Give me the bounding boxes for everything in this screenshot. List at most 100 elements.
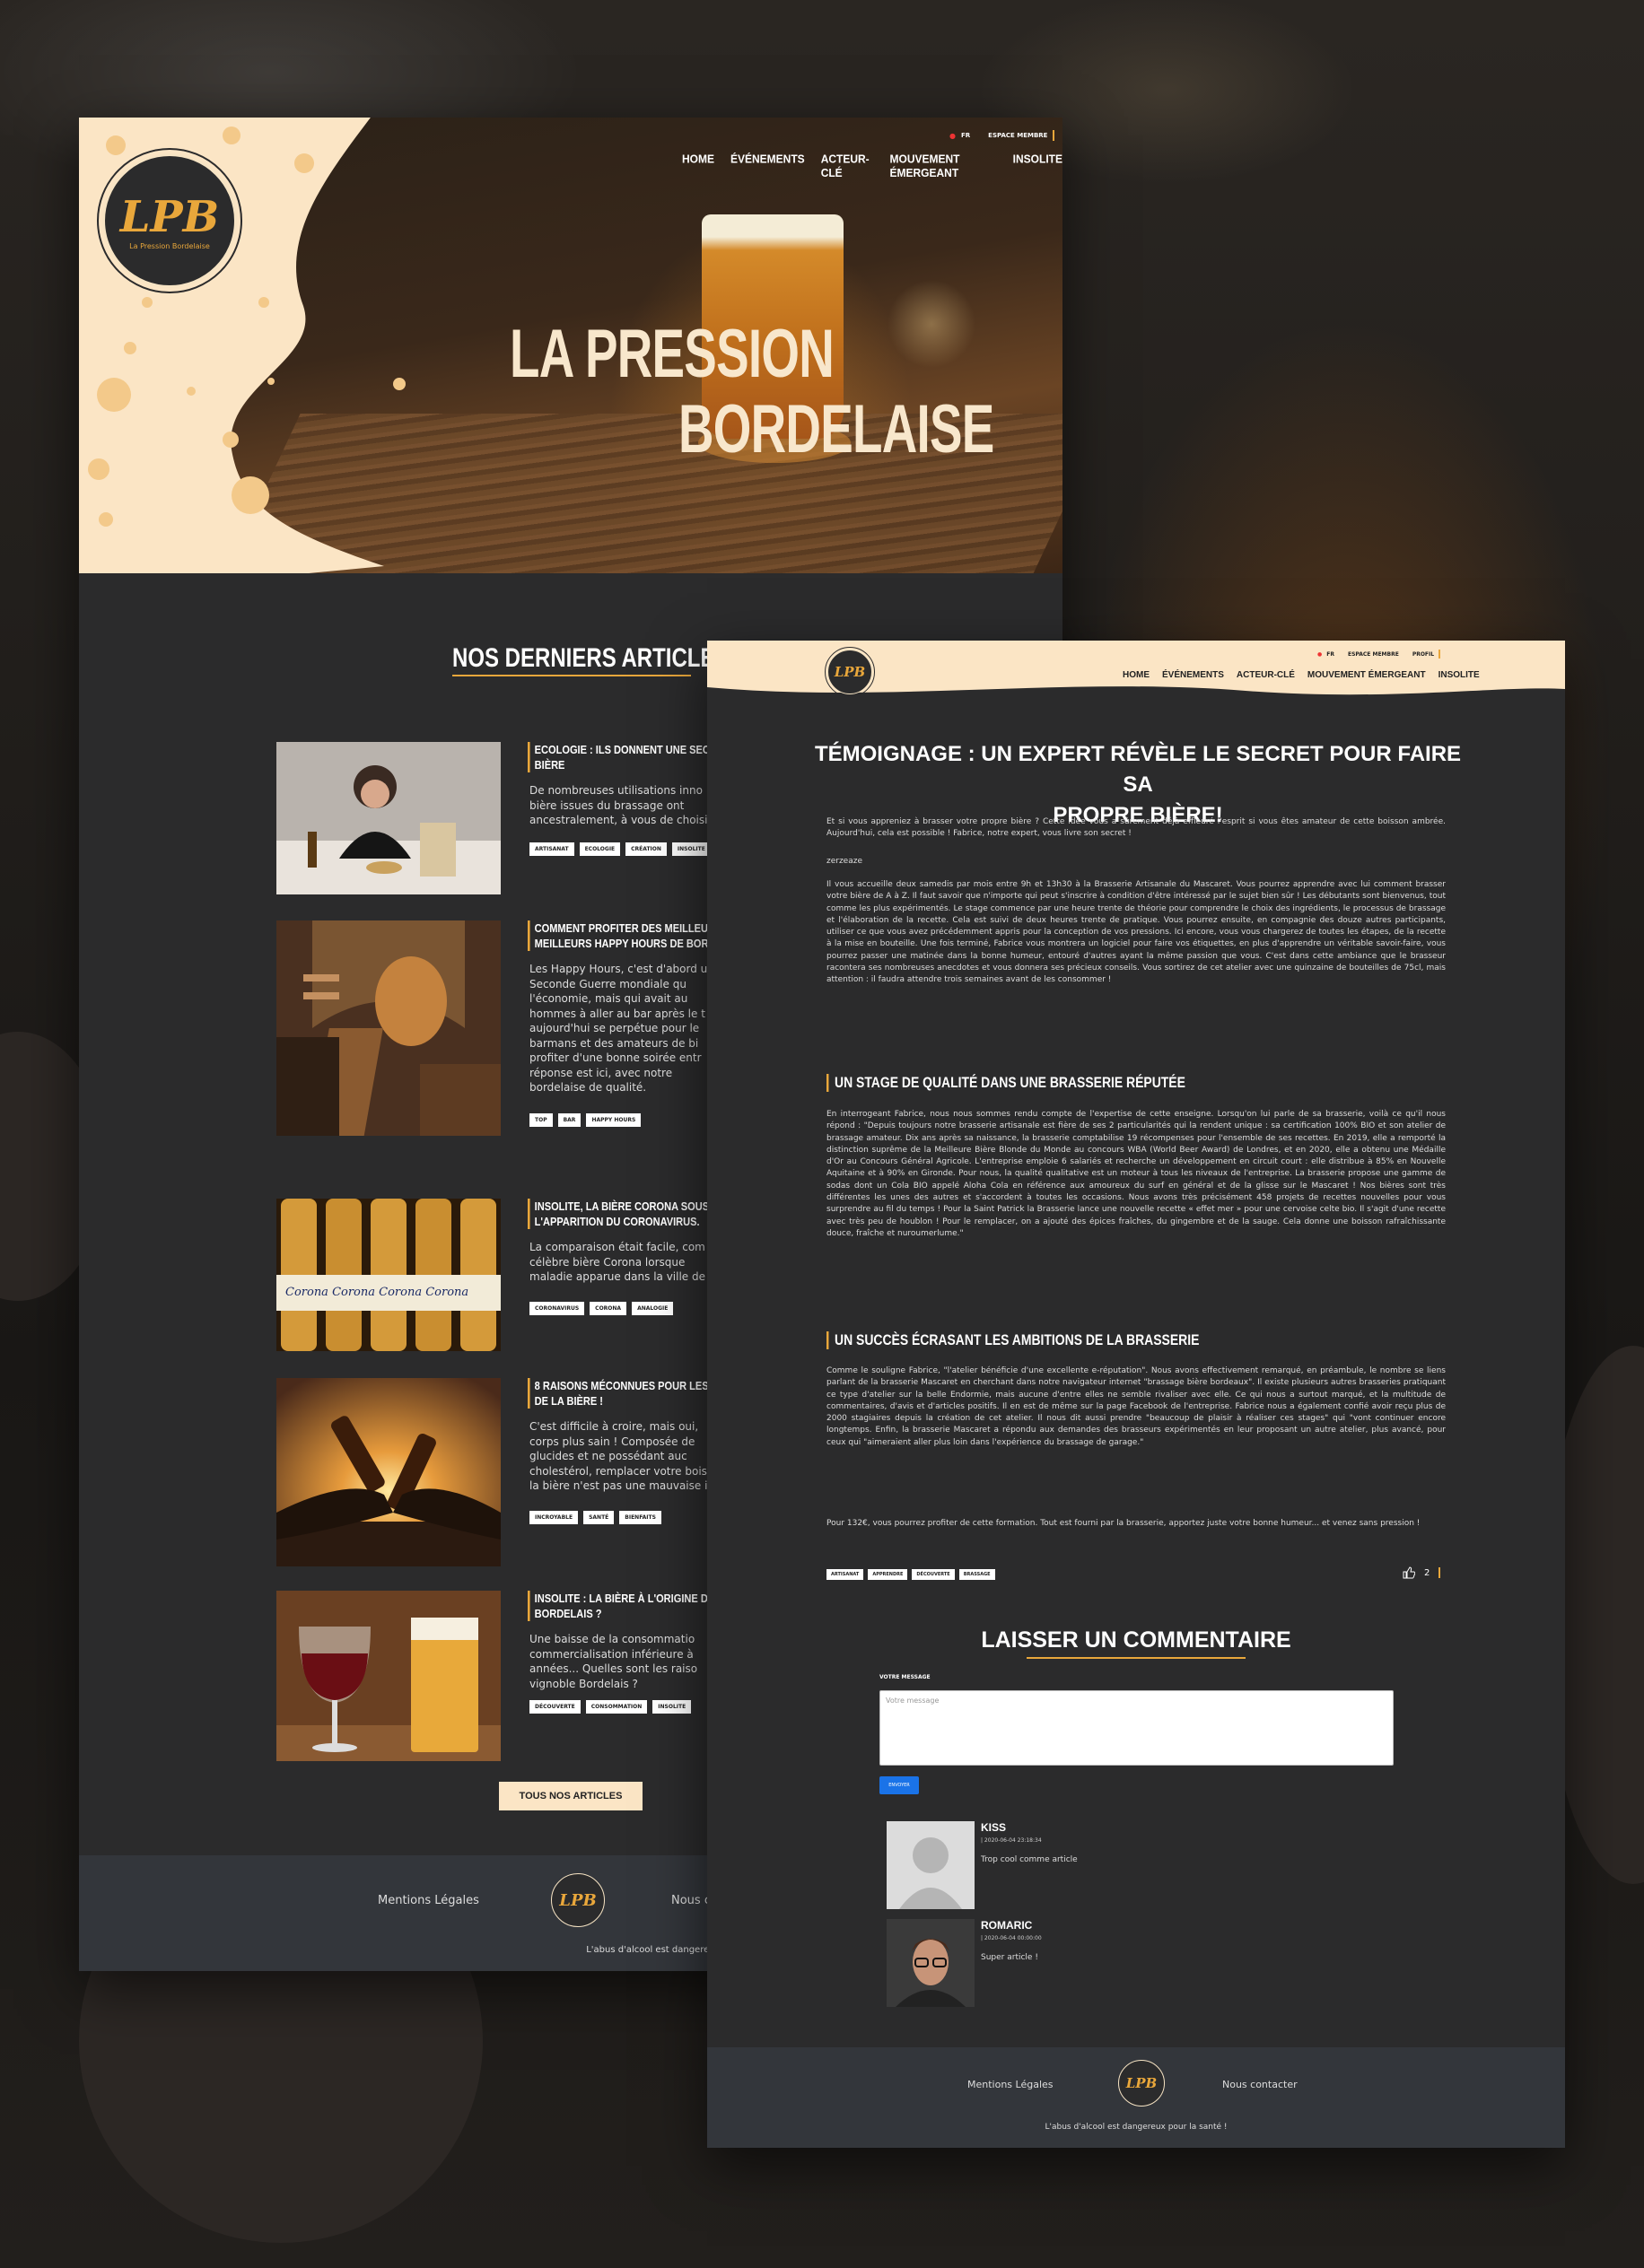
article-paragraph: Il vous accueille deux samedis par mois …	[826, 880, 1446, 985]
comment-date: | 2020-06-04 23:18:34	[981, 1837, 1042, 1844]
nav-home[interactable]: HOME	[1123, 670, 1150, 680]
profile-link[interactable]: PROFIL	[1412, 651, 1434, 658]
nav-insolite[interactable]: INSOLITE	[1438, 670, 1480, 680]
nav-insolite[interactable]: INSOLITE	[1013, 153, 1062, 180]
thumbs-up-icon[interactable]	[1403, 1566, 1415, 1579]
message-textarea[interactable]: Votre message	[879, 1690, 1394, 1766]
tag[interactable]: ANALOGIE	[632, 1302, 674, 1315]
bubble-dot	[187, 387, 196, 396]
logo-text: LPB	[119, 191, 220, 242]
nav-emerging[interactable]: MOUVEMENT ÉMERGEANT	[890, 153, 997, 180]
legal-link[interactable]: Mentions Légales	[378, 1894, 479, 1907]
tag[interactable]: DÉCOUVERTE	[912, 1569, 955, 1580]
tag[interactable]: CORONAVIRUS	[529, 1302, 585, 1315]
hero-title-line1: LA PRESSION	[510, 316, 835, 392]
like-control[interactable]: 2	[1403, 1566, 1441, 1579]
article-intro-2: zerzeaze	[826, 857, 862, 866]
divider	[1053, 130, 1055, 141]
default-avatar-icon	[887, 1821, 975, 1909]
bubble-dot	[223, 432, 239, 448]
bubble-dot	[124, 342, 136, 354]
bubble-dot	[142, 297, 153, 308]
tag[interactable]: BAR	[557, 1113, 582, 1127]
language-link[interactable]: FR	[1326, 651, 1334, 658]
article-thumbnail[interactable]	[276, 920, 501, 1136]
flag-icon: ●	[949, 131, 956, 140]
send-button[interactable]: ENVOYER	[879, 1776, 919, 1794]
bubble-dot	[232, 476, 269, 514]
tag-list: TOP BAR HAPPY HOURS	[529, 1113, 642, 1127]
tag[interactable]: INCROYABLE	[529, 1511, 579, 1524]
article-thumbnail[interactable]	[276, 1591, 501, 1761]
comment-text: Super article !	[981, 1953, 1038, 1962]
bubble-dot	[393, 378, 406, 390]
tag[interactable]: INSOLITE	[671, 842, 711, 856]
title-underline	[1027, 1657, 1246, 1659]
tag[interactable]: APPRENDRE	[868, 1569, 908, 1580]
tag-list: INCROYABLE SANTÉ BIENFAITS	[529, 1511, 661, 1524]
comment-item: KISS | 2020-06-04 23:18:34 Trop cool com…	[887, 1821, 1425, 1911]
tag[interactable]: ARTISANAT	[826, 1569, 864, 1580]
flag-icon: ●	[1317, 650, 1323, 658]
bubble-dot	[97, 378, 131, 412]
nav-events[interactable]: ÉVÉNEMENTS	[730, 153, 805, 180]
contact-link[interactable]: Nous contacter	[1222, 2079, 1298, 2090]
all-articles-button[interactable]: TOUS NOS ARTICLES	[499, 1782, 643, 1810]
tag[interactable]: HAPPY HOURS	[586, 1113, 642, 1127]
tag-list: ARTISANAT APPRENDRE DÉCOUVERTE BRASSAGE	[826, 1569, 995, 1580]
footer-logo[interactable]: LPB	[1118, 2060, 1165, 2107]
tag[interactable]: ARTISANAT	[529, 842, 574, 856]
tag[interactable]: ECOLOGIE	[579, 842, 621, 856]
site-logo[interactable]: LPB La Pression Bordelaise	[97, 148, 242, 293]
bubble-dot	[88, 458, 109, 480]
tag[interactable]: CORONA	[590, 1302, 627, 1315]
tag[interactable]: TOP	[529, 1113, 553, 1127]
user-avatar	[887, 1919, 975, 2007]
like-count: 2	[1424, 1567, 1430, 1578]
nav-key-actor[interactable]: ACTEUR-CLÉ	[1237, 670, 1295, 680]
logo-text: LPB	[559, 1890, 597, 1910]
article-thumbnail[interactable]: Corona Corona Corona Corona	[276, 1199, 501, 1351]
tag[interactable]: INSOLITE	[652, 1700, 692, 1714]
tag[interactable]: CONSOMMATION	[585, 1700, 648, 1714]
comment-item: ROMARIC | 2020-06-04 00:00:00 Super arti…	[887, 1919, 1425, 2009]
utility-nav: ● FR ESPACE MEMBRE PROFIL	[1317, 650, 1441, 659]
article-thumbnail[interactable]	[276, 742, 501, 894]
tag[interactable]: BRASSAGE	[958, 1569, 995, 1580]
tag[interactable]: SANTÉ	[583, 1511, 615, 1524]
nav-home[interactable]: HOME	[682, 153, 714, 180]
article-intro: Et si vous appreniez à brasser votre pro…	[826, 817, 1446, 839]
language-link[interactable]: FR	[961, 132, 970, 139]
bubble-dot	[106, 135, 126, 155]
nav-emerging[interactable]: MOUVEMENT ÉMERGEANT	[1307, 670, 1426, 680]
nav-events[interactable]: ÉVÉNEMENTS	[1162, 670, 1224, 680]
site-logo[interactable]: LPB	[825, 647, 875, 697]
tag[interactable]: BIENFAITS	[619, 1511, 661, 1524]
bubble-dot	[258, 297, 269, 308]
footer-logo[interactable]: LPB	[551, 1873, 605, 1927]
divider	[1438, 650, 1441, 659]
hero-title-line2: BORDELAISE	[678, 391, 994, 467]
divider	[1438, 1567, 1441, 1578]
contact-link[interactable]: Nous c	[671, 1894, 711, 1907]
article-paragraph: En interrogeant Fabrice, nous nous somme…	[826, 1110, 1446, 1238]
article-paragraph: Pour 132€, vous pourrez profiter de cett…	[826, 1519, 1421, 1528]
logo-tagline: La Pression Bordelaise	[129, 241, 210, 250]
tag[interactable]: DÉCOUVERTE	[529, 1700, 581, 1714]
section-heading: UN SUCCÈS ÉCRASANT LES AMBITIONS DE LA B…	[826, 1331, 1199, 1349]
utility-nav: ● FR ESPACE MEMBRE	[949, 130, 1055, 141]
legal-link[interactable]: Mentions Légales	[967, 2079, 1054, 2090]
tag-list: CORONAVIRUS CORONA ANALOGIE	[529, 1302, 674, 1315]
svg-text:Corona Corona Corona Corona: Corona Corona Corona Corona	[285, 1286, 468, 1299]
latest-articles-title: NOS DERNIERS ARTICLES	[452, 643, 730, 673]
nav-key-actor[interactable]: ACTEUR-CLÉ	[821, 153, 874, 180]
bubble-dot	[294, 153, 314, 173]
comment-date: | 2020-06-04 00:00:00	[981, 1935, 1042, 1941]
member-space-link[interactable]: ESPACE MEMBRE	[1348, 651, 1399, 658]
article-thumbnail[interactable]	[276, 1378, 501, 1566]
bubble-dot	[223, 126, 240, 144]
member-space-link[interactable]: ESPACE MEMBRE	[988, 132, 1047, 139]
footer: Mentions Légales LPB Nous contacter L'ab…	[707, 2047, 1565, 2148]
main-nav: HOME ÉVÉNEMENTS ACTEUR-CLÉ MOUVEMENT ÉME…	[682, 153, 1062, 180]
tag[interactable]: CRÉATION	[625, 842, 667, 856]
